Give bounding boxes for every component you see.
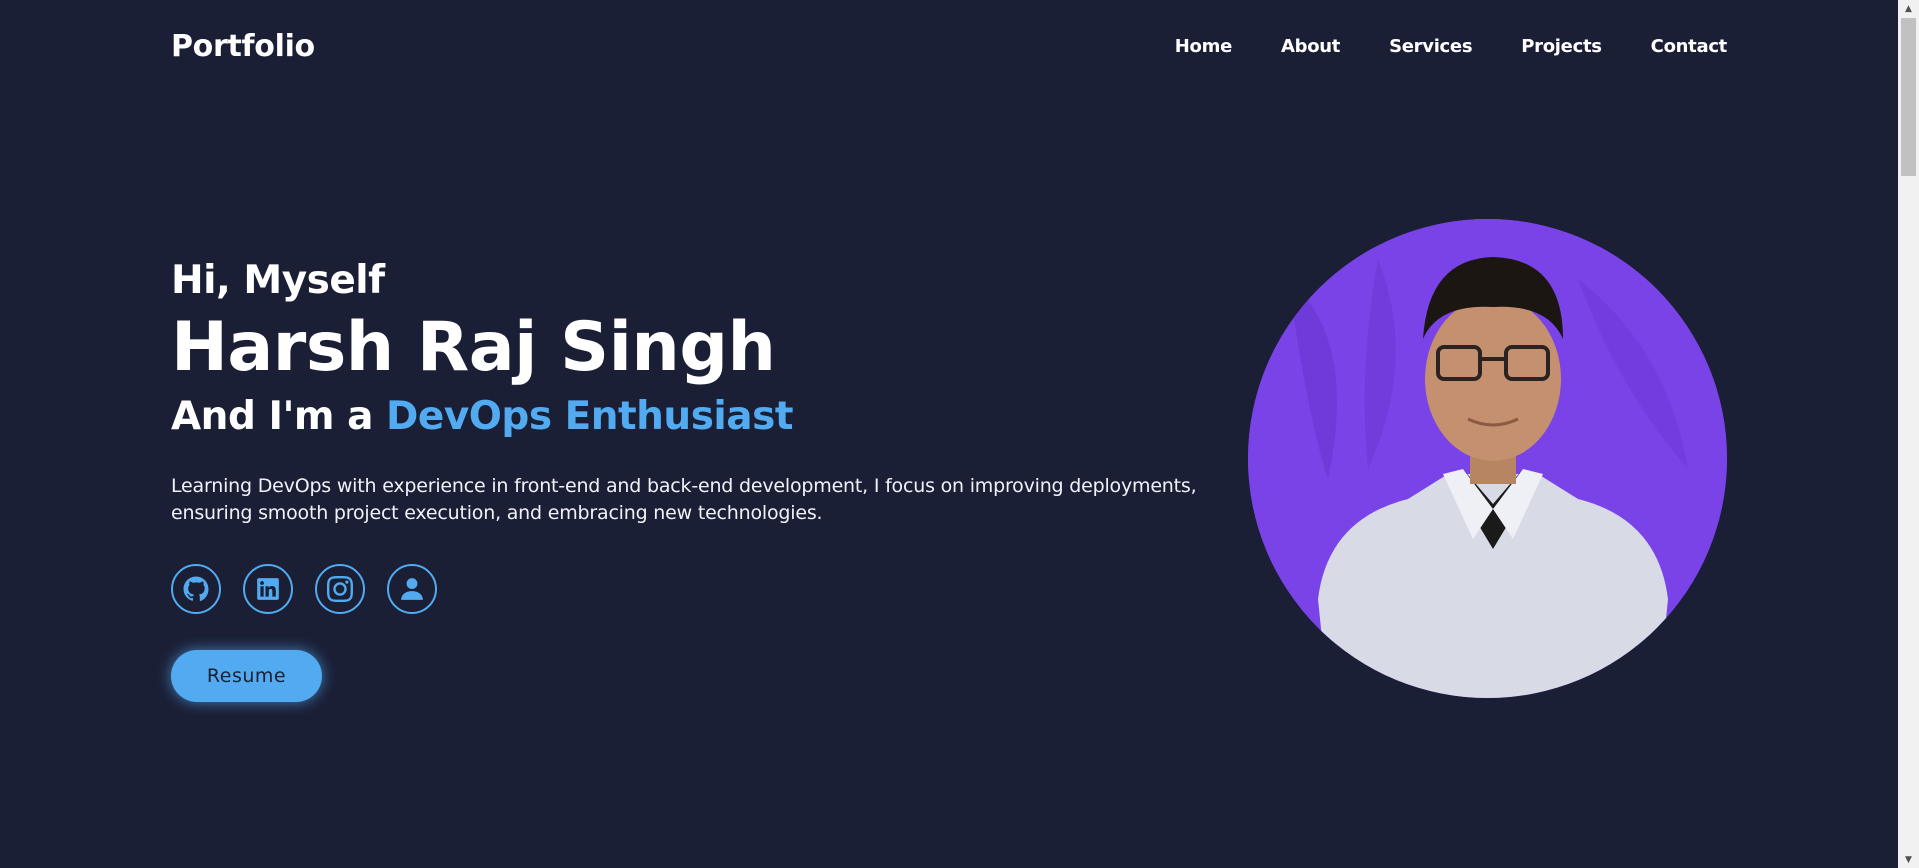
scroll-thumb[interactable] bbox=[1901, 18, 1916, 176]
profile-link[interactable] bbox=[387, 564, 437, 614]
site-header: Portfolio Home About Services Projects C… bbox=[0, 0, 1898, 92]
social-links bbox=[171, 564, 1251, 614]
hero-name: Harsh Raj Singh bbox=[171, 308, 776, 387]
nav-services[interactable]: Services bbox=[1389, 36, 1472, 57]
profile-photo bbox=[1248, 219, 1727, 698]
user-icon bbox=[401, 578, 423, 600]
logo[interactable]: Portfolio bbox=[171, 29, 315, 64]
role-accent: DevOps Enthusiast bbox=[386, 394, 793, 439]
resume-button[interactable]: Resume bbox=[171, 650, 322, 702]
profile-photo-illustration bbox=[1248, 219, 1727, 698]
hero-greeting: Hi, Myself bbox=[171, 258, 385, 303]
instagram-link[interactable] bbox=[315, 564, 365, 614]
nav-home[interactable]: Home bbox=[1175, 36, 1233, 57]
scroll-up-arrow-icon[interactable]: ▲ bbox=[1898, 0, 1919, 17]
nav-projects[interactable]: Projects bbox=[1521, 36, 1602, 57]
hero-role: And I'm a DevOps Enthusiast bbox=[171, 389, 1251, 445]
linkedin-icon bbox=[257, 578, 279, 600]
scroll-down-arrow-icon[interactable]: ▼ bbox=[1898, 851, 1919, 868]
instagram-icon bbox=[327, 576, 353, 602]
role-prefix: And I'm a bbox=[171, 394, 387, 439]
nav-about[interactable]: About bbox=[1281, 36, 1340, 57]
github-icon bbox=[183, 576, 209, 602]
scrollbar[interactable]: ▲ ▼ bbox=[1898, 0, 1919, 868]
github-link[interactable] bbox=[171, 564, 221, 614]
nav-contact[interactable]: Contact bbox=[1651, 36, 1728, 57]
linkedin-link[interactable] bbox=[243, 564, 293, 614]
hero-section: Hi, Myself Harsh Raj Singh And I'm a Dev… bbox=[171, 255, 1251, 702]
main-nav: Home About Services Projects Contact bbox=[1126, 36, 1728, 57]
hero-description: Learning DevOps with experience in front… bbox=[171, 475, 1197, 524]
